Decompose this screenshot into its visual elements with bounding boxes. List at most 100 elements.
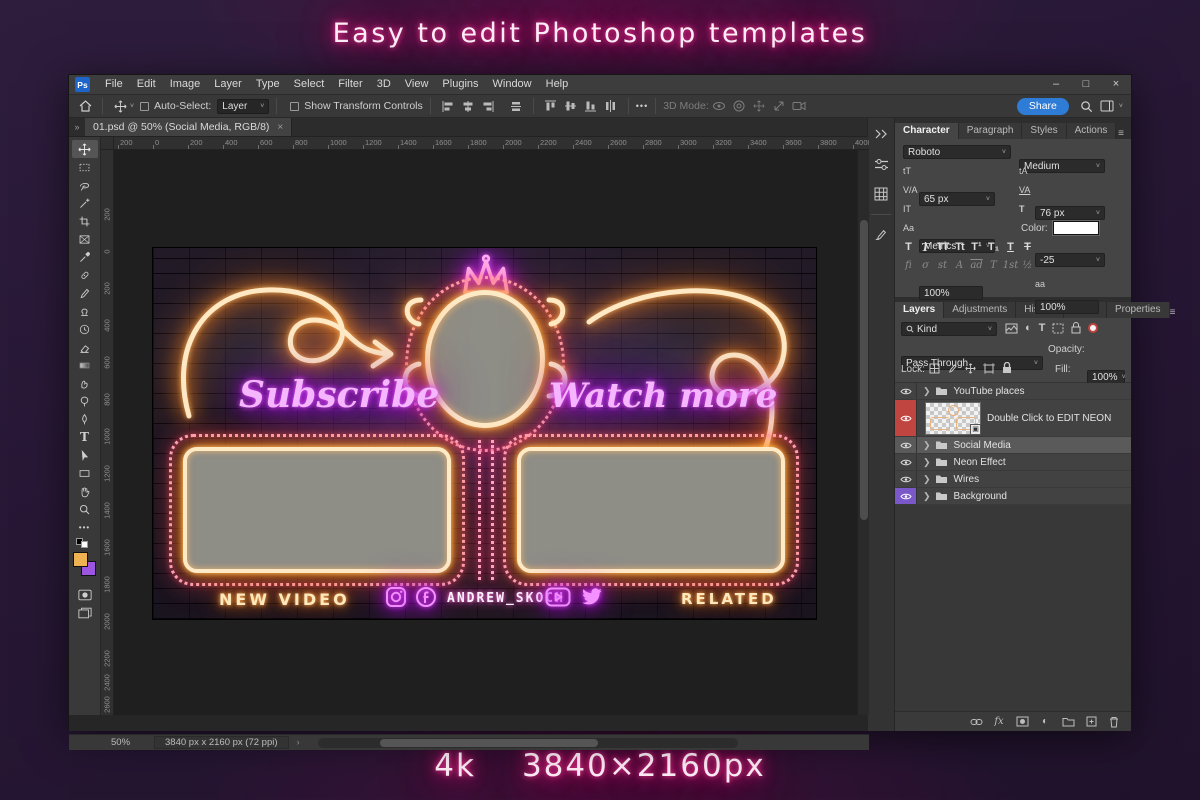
- opacity-field[interactable]: 100%˅: [1087, 370, 1125, 384]
- frame-tool[interactable]: [72, 230, 98, 248]
- lock-artboard-icon[interactable]: [983, 363, 995, 374]
- faux-bold-button[interactable]: T: [900, 240, 917, 254]
- align-right-icon[interactable]: [478, 97, 498, 115]
- lock-transparent-icon[interactable]: [929, 363, 940, 374]
- layer-row-edit-neon[interactable]: ~~ ▣ Double Click to EDIT NEON: [895, 400, 1131, 437]
- gradient-tool[interactable]: [72, 356, 98, 374]
- canvas-area[interactable]: Subscribe Watch more NEW VIDEO RELATED: [114, 150, 857, 715]
- tab-properties[interactable]: Properties: [1107, 302, 1170, 318]
- dodge-tool[interactable]: [72, 392, 98, 410]
- swash-button[interactable]: A: [951, 258, 968, 272]
- brush-settings-dock-icon[interactable]: [870, 225, 892, 245]
- search-icon[interactable]: [1077, 97, 1097, 115]
- distribute-v-icon[interactable]: [601, 97, 621, 115]
- layer-row-background[interactable]: ❯ Background: [895, 488, 1131, 505]
- align-top-icon[interactable]: [541, 97, 561, 115]
- ordinals-button[interactable]: 1st: [1002, 258, 1019, 272]
- brush-tool[interactable]: [72, 284, 98, 302]
- more-options-button[interactable]: •••: [636, 101, 648, 111]
- screen-mode-icon[interactable]: [72, 604, 98, 622]
- workspace-icon[interactable]: [1097, 97, 1117, 115]
- clone-stamp-tool[interactable]: [72, 302, 98, 320]
- superscript-button[interactable]: T¹: [968, 240, 985, 254]
- auto-select-target-select[interactable]: Layer˅: [217, 99, 269, 114]
- menu-view[interactable]: View: [398, 75, 436, 94]
- layers-panel-menu-icon[interactable]: ≡: [1170, 307, 1177, 318]
- group-chevron-icon[interactable]: ❯: [923, 474, 931, 485]
- minimize-button[interactable]: –: [1041, 75, 1071, 94]
- filter-shape-icon[interactable]: [1052, 323, 1064, 334]
- filter-pixel-layers-icon[interactable]: [1005, 323, 1018, 334]
- horizontal-scrollbar[interactable]: [318, 738, 738, 748]
- tab-collapse-icon[interactable]: »: [69, 118, 85, 136]
- ligatures-button[interactable]: fi: [900, 258, 917, 272]
- home-icon[interactable]: [75, 97, 95, 115]
- layer-filter-select[interactable]: Kind˅: [901, 322, 997, 336]
- panel-menu-icon[interactable]: ≡: [1118, 128, 1125, 139]
- eraser-tool[interactable]: [72, 338, 98, 356]
- underline-button[interactable]: T: [1002, 240, 1019, 254]
- layer-row-social-media[interactable]: ❯ Social Media: [895, 437, 1131, 454]
- marquee-tool[interactable]: [72, 158, 98, 176]
- collapse-panels-icon[interactable]: [870, 124, 892, 144]
- filter-type-icon[interactable]: T: [1039, 322, 1046, 334]
- tab-character[interactable]: Character: [895, 123, 959, 139]
- default-colors-icon[interactable]: [76, 538, 94, 548]
- zoom-level-field[interactable]: 50%: [111, 737, 130, 748]
- properties-dock-icon[interactable]: [870, 154, 892, 174]
- font-size-select[interactable]: 65 px˅: [919, 192, 995, 206]
- visibility-eye-icon[interactable]: [895, 400, 917, 436]
- menu-edit[interactable]: Edit: [130, 75, 163, 94]
- small-caps-button[interactable]: Tt: [951, 240, 968, 254]
- magic-wand-tool[interactable]: [72, 194, 98, 212]
- menu-help[interactable]: Help: [539, 75, 576, 94]
- group-chevron-icon[interactable]: ❯: [923, 440, 931, 451]
- vertical-scrollbar[interactable]: [857, 150, 869, 715]
- foreground-color-swatch[interactable]: [73, 552, 88, 567]
- menu-3d[interactable]: 3D: [370, 75, 398, 94]
- close-button[interactable]: ×: [1101, 75, 1131, 94]
- align-center-h-icon[interactable]: [458, 97, 478, 115]
- tab-actions[interactable]: Actions: [1067, 123, 1117, 139]
- menu-file[interactable]: File: [98, 75, 130, 94]
- quick-mask-icon[interactable]: [72, 586, 98, 604]
- eyedropper-tool[interactable]: [72, 248, 98, 266]
- new-layer-icon[interactable]: [1084, 715, 1098, 729]
- visibility-eye-icon[interactable]: [895, 383, 917, 399]
- pen-tool[interactable]: [72, 410, 98, 428]
- document-size-field[interactable]: 3840 px x 2160 px (72 ppi): [154, 736, 289, 749]
- titling-alternates-button[interactable]: T: [985, 258, 1002, 272]
- group-chevron-icon[interactable]: ❯: [923, 491, 931, 502]
- group-chevron-icon[interactable]: ❯: [923, 386, 931, 397]
- align-left-icon[interactable]: [438, 97, 458, 115]
- horizontal-scrollbar-thumb[interactable]: [380, 739, 598, 747]
- lock-pixels-icon[interactable]: [947, 363, 958, 374]
- fractions-button[interactable]: ½: [1019, 258, 1036, 272]
- layer-styles-icon[interactable]: fx: [992, 715, 1006, 729]
- tab-paragraph[interactable]: Paragraph: [959, 123, 1023, 139]
- shape-tool[interactable]: [72, 464, 98, 482]
- move-tool-icon[interactable]: [110, 97, 130, 115]
- faux-italic-button[interactable]: T: [917, 240, 934, 254]
- path-select-tool[interactable]: [72, 446, 98, 464]
- visibility-eye-icon[interactable]: [895, 488, 917, 504]
- lock-position-icon[interactable]: [965, 363, 976, 374]
- layer-row-neon-effect[interactable]: ❯ Neon Effect: [895, 454, 1131, 471]
- delete-layer-icon[interactable]: [1107, 715, 1121, 729]
- menu-filter[interactable]: Filter: [331, 75, 369, 94]
- link-layers-icon[interactable]: [969, 715, 983, 729]
- document-tab[interactable]: 01.psd @ 50% (Social Media, RGB/8) ×: [85, 118, 292, 136]
- layer-row-youtube-places[interactable]: ❯ YouTube places: [895, 383, 1131, 400]
- artwork-image[interactable]: Subscribe Watch more NEW VIDEO RELATED: [153, 248, 816, 619]
- healing-brush-tool[interactable]: [72, 266, 98, 284]
- align-middle-icon[interactable]: [561, 97, 581, 115]
- document-tab-close-icon[interactable]: ×: [277, 122, 283, 133]
- all-caps-button[interactable]: TT: [934, 240, 951, 254]
- edit-toolbar-icon[interactable]: •••: [72, 518, 98, 536]
- new-group-icon[interactable]: [1061, 715, 1075, 729]
- layer-mask-icon[interactable]: [1015, 715, 1029, 729]
- strikethrough-button[interactable]: T: [1019, 240, 1036, 254]
- stylistic-alternates-button[interactable]: ad: [968, 258, 985, 272]
- tab-layers[interactable]: Layers: [895, 302, 944, 318]
- adjustment-layer-icon[interactable]: ◐: [1038, 715, 1052, 729]
